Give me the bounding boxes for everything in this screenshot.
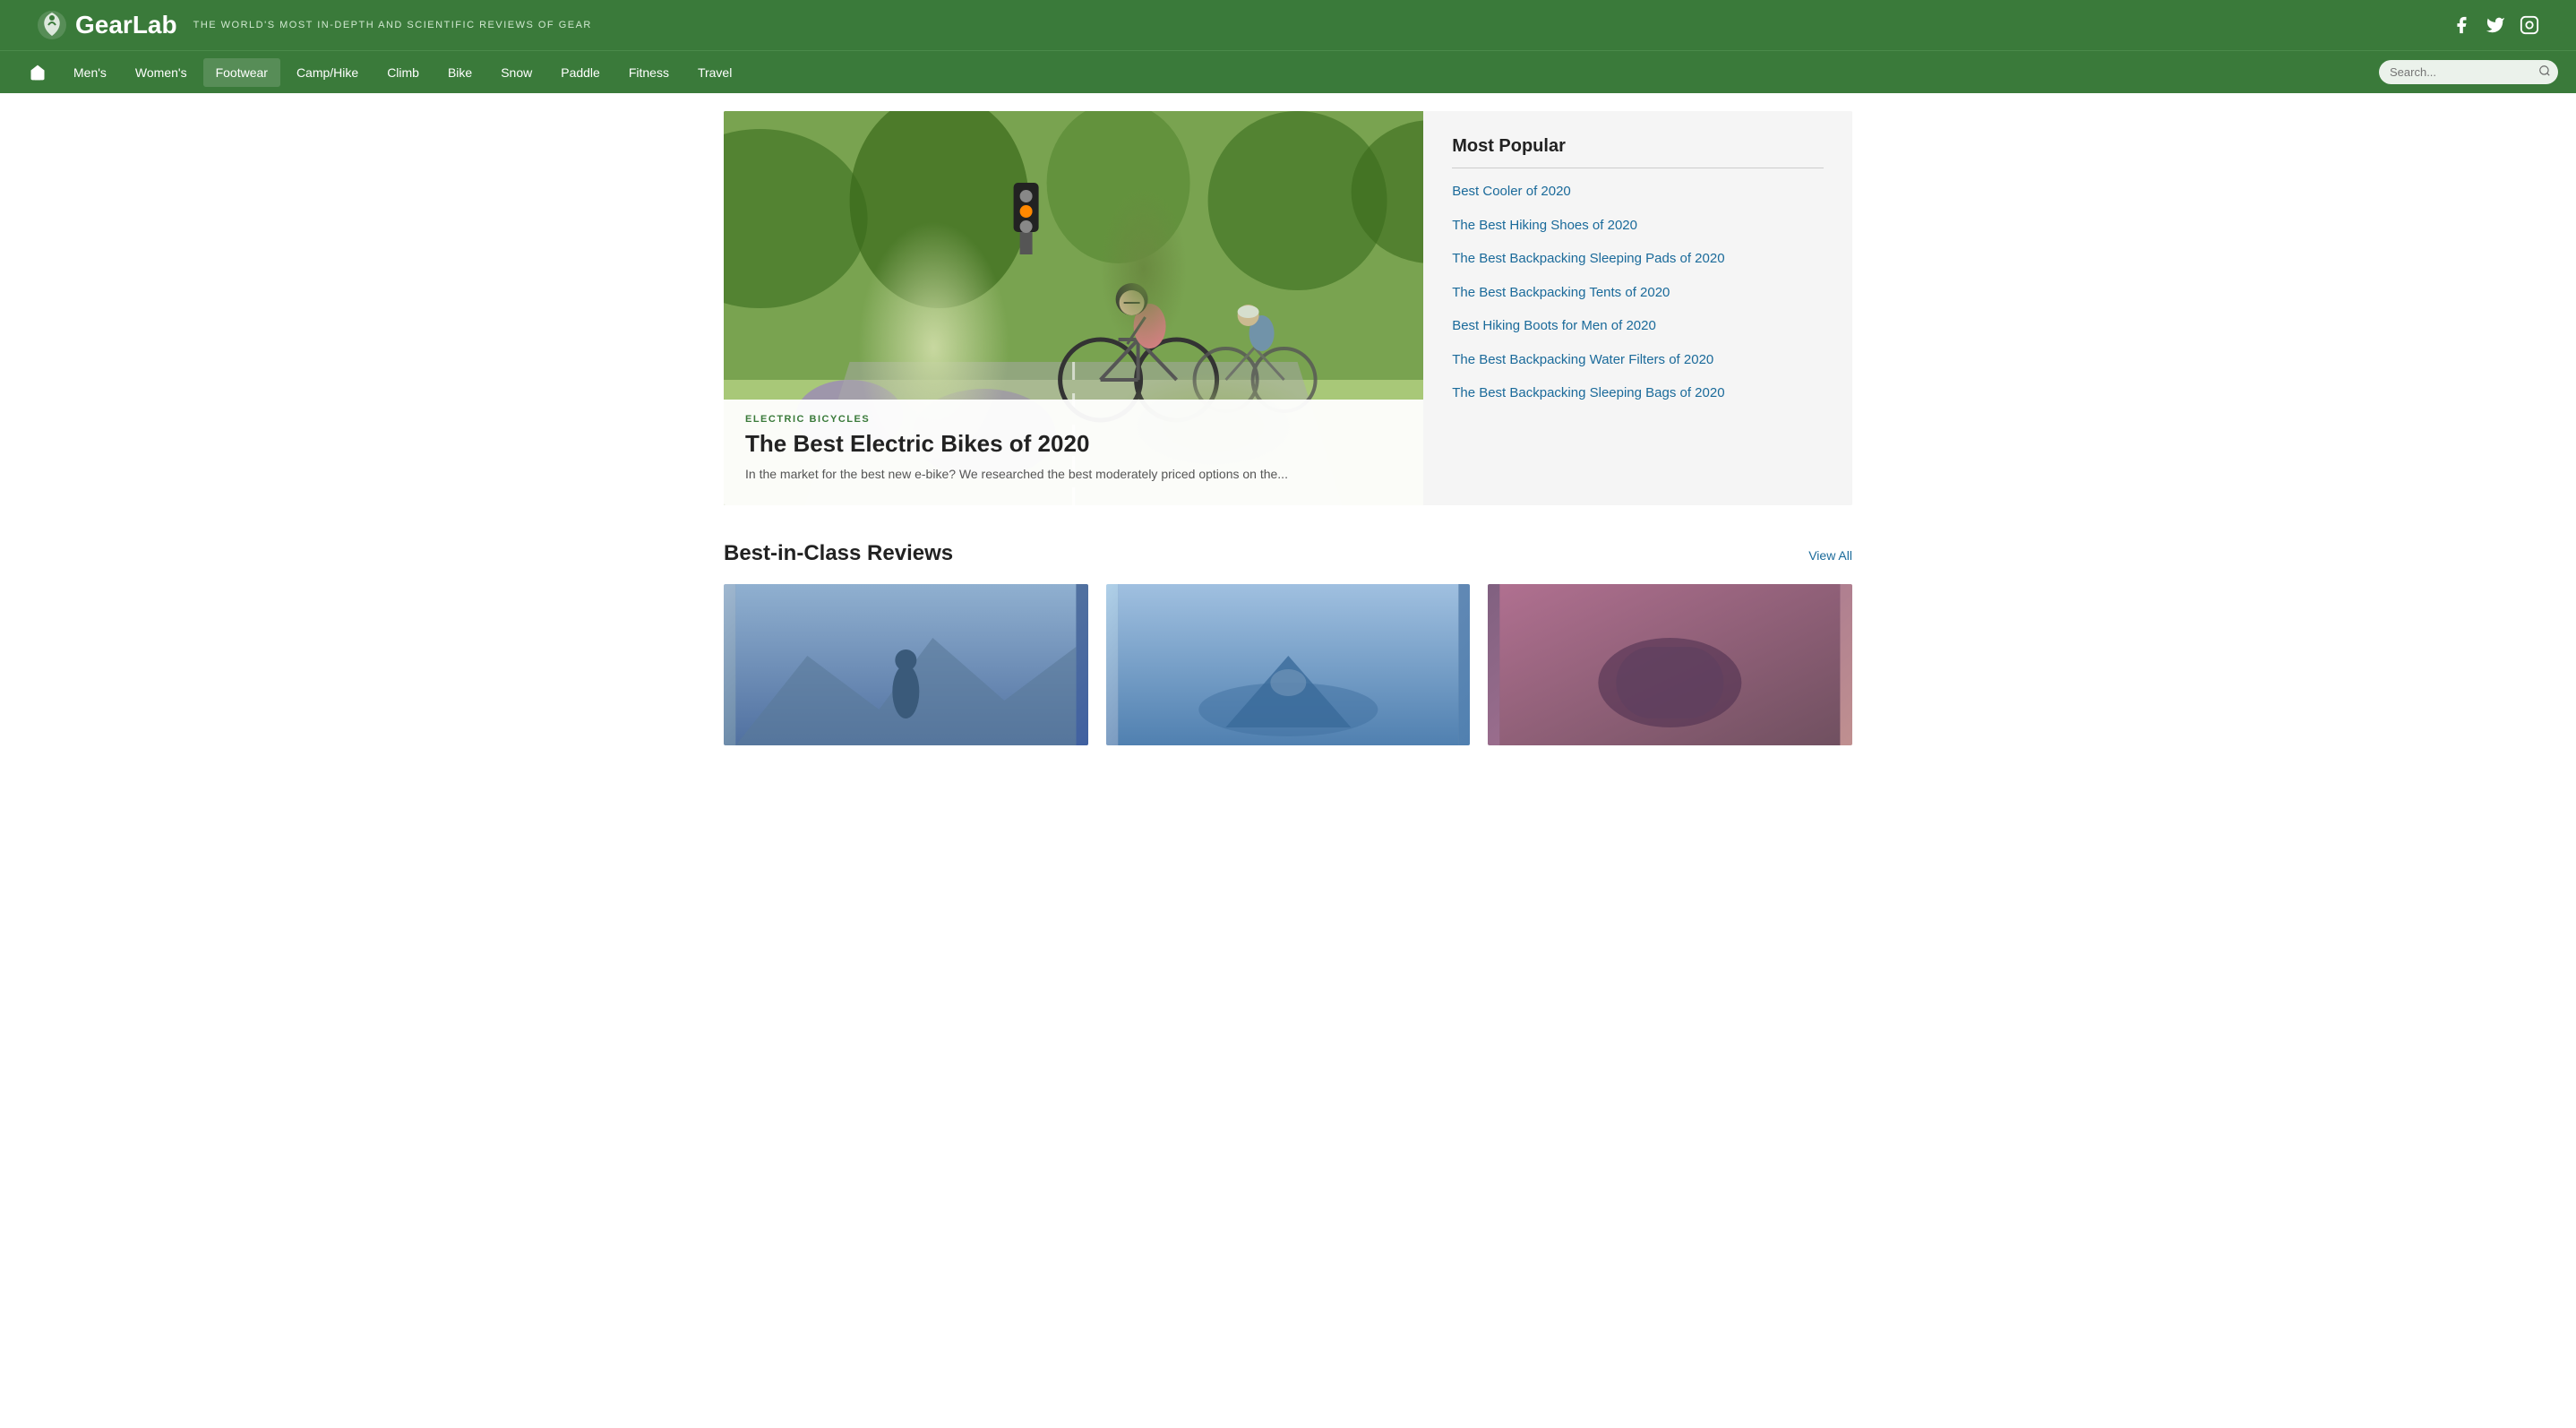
logo[interactable]: GearLab	[36, 9, 177, 41]
sidebar-title: Most Popular	[1452, 136, 1824, 157]
nav-item-bike[interactable]: Bike	[435, 58, 485, 87]
hero-section: ELECTRIC BICYCLES The Best Electric Bike…	[724, 111, 1852, 505]
card-2	[1106, 584, 1471, 745]
list-item: The Best Backpacking Water Filters of 20…	[1452, 351, 1824, 369]
list-item: The Best Backpacking Sleeping Bags of 20…	[1452, 384, 1824, 402]
twitter-link[interactable]	[2485, 14, 2506, 36]
list-item: Best Hiking Boots for Men of 2020	[1452, 317, 1824, 335]
cards-row	[724, 584, 1852, 745]
site-tagline: THE WORLD'S MOST IN-DEPTH AND SCIENTIFIC…	[193, 20, 592, 30]
nav-item-climb[interactable]: Climb	[374, 58, 432, 87]
sidebar-link-6[interactable]: The Best Backpacking Water Filters of 20…	[1452, 352, 1713, 367]
facebook-link[interactable]	[2451, 14, 2472, 36]
nav-bar: Men's Women's Footwear Camp/Hike Climb B…	[0, 50, 2576, 93]
hero-excerpt: In the market for the best new e-bike? W…	[745, 465, 1402, 484]
best-in-class-section: Best-in-Class Reviews View All	[724, 541, 1852, 745]
sidebar-link-1[interactable]: Best Cooler of 2020	[1452, 184, 1571, 199]
sidebar-link-4[interactable]: The Best Backpacking Tents of 2020	[1452, 285, 1670, 300]
nav-item-womens[interactable]: Women's	[123, 58, 200, 87]
nav-item-camphike[interactable]: Camp/Hike	[284, 58, 371, 87]
logo-text: GearLab	[75, 11, 177, 39]
card-image-2	[1106, 584, 1471, 745]
instagram-link[interactable]	[2519, 14, 2540, 36]
search-bar	[2379, 60, 2558, 84]
card-image-3	[1488, 584, 1852, 745]
nav-item-snow[interactable]: Snow	[488, 58, 545, 87]
nav-item-travel[interactable]: Travel	[685, 58, 744, 87]
sidebar-link-5[interactable]: Best Hiking Boots for Men of 2020	[1452, 318, 1656, 333]
nav-item-mens[interactable]: Men's	[61, 58, 119, 87]
card-3	[1488, 584, 1852, 745]
sidebar-link-7[interactable]: The Best Backpacking Sleeping Bags of 20…	[1452, 385, 1724, 400]
view-all-link[interactable]: View All	[1808, 548, 1852, 563]
list-item: The Best Backpacking Sleeping Pads of 20…	[1452, 250, 1824, 268]
list-item: The Best Hiking Shoes of 2020	[1452, 217, 1824, 235]
sidebar-list: Best Cooler of 2020 The Best Hiking Shoe…	[1452, 183, 1824, 402]
sidebar: Most Popular Best Cooler of 2020 The Bes…	[1423, 111, 1852, 505]
nav-item-fitness[interactable]: Fitness	[616, 58, 682, 87]
nav-home[interactable]	[18, 56, 57, 89]
sidebar-link-3[interactable]: The Best Backpacking Sleeping Pads of 20…	[1452, 251, 1724, 266]
hero-category: ELECTRIC BICYCLES	[745, 414, 1402, 425]
nav-item-footwear[interactable]: Footwear	[203, 58, 280, 87]
card-image-1	[724, 584, 1088, 745]
list-item: Best Cooler of 2020	[1452, 183, 1824, 201]
hero-image-container: ELECTRIC BICYCLES The Best Electric Bike…	[724, 111, 1423, 505]
section-header: Best-in-Class Reviews View All	[724, 541, 1852, 566]
search-input[interactable]	[2390, 65, 2533, 79]
card-1	[724, 584, 1088, 745]
hero-title: The Best Electric Bikes of 2020	[745, 430, 1402, 458]
sidebar-link-2[interactable]: The Best Hiking Shoes of 2020	[1452, 218, 1637, 233]
main-content: ELECTRIC BICYCLES The Best Electric Bike…	[706, 111, 1870, 745]
list-item: The Best Backpacking Tents of 2020	[1452, 284, 1824, 302]
social-icons	[2451, 14, 2540, 36]
section-title: Best-in-Class Reviews	[724, 541, 953, 566]
nav-item-paddle[interactable]: Paddle	[548, 58, 613, 87]
search-button[interactable]	[2538, 65, 2551, 80]
top-bar: GearLab THE WORLD'S MOST IN-DEPTH AND SC…	[0, 0, 2576, 93]
hero-text-block: ELECTRIC BICYCLES The Best Electric Bike…	[724, 400, 1423, 505]
